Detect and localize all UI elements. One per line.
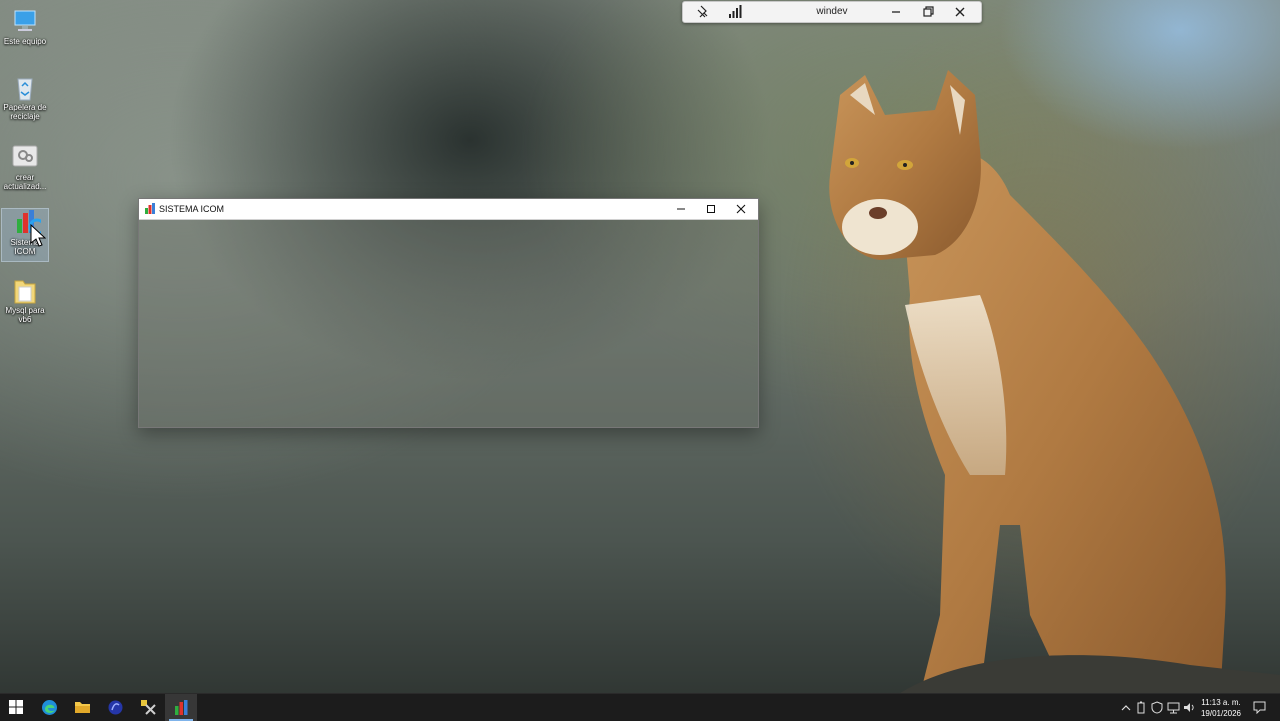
maximize-icon: [707, 205, 715, 213]
sistema-icom-icon: [175, 700, 188, 715]
taskbar-vb-ide[interactable]: [99, 694, 131, 721]
desktop-icon-label: Mysql para vb6: [5, 306, 45, 324]
taskbar-edge[interactable]: [33, 694, 65, 721]
window-content-area: [139, 220, 758, 427]
start-button[interactable]: [0, 694, 32, 721]
window-maximize-button[interactable]: [696, 199, 726, 219]
vb-ide-icon: [108, 700, 123, 715]
close-icon[interactable]: [952, 4, 968, 20]
desktop-icon-papelera[interactable]: Papelera de reciclaje: [2, 74, 48, 121]
taskbar-sistema-icom[interactable]: [165, 694, 197, 721]
minimize-icon[interactable]: [888, 4, 904, 20]
sistema-icom-icon: [145, 203, 155, 214]
volume-icon[interactable]: [1183, 701, 1196, 714]
battery-icon[interactable]: [1136, 701, 1146, 714]
system-tray: [1118, 694, 1196, 721]
window-title: SISTEMA ICOM: [159, 204, 225, 214]
window-minimize-button[interactable]: [666, 199, 696, 219]
desktop-icon-label: Papelera de reciclaje: [3, 103, 47, 121]
window-close-button[interactable]: [726, 199, 756, 219]
close-icon: [736, 204, 746, 214]
shield-icon[interactable]: [1151, 701, 1163, 714]
desktop-icon-mysql-vb6[interactable]: Mysql para vb6: [2, 277, 48, 324]
chevron-up-icon[interactable]: [1121, 703, 1131, 713]
notification-icon: [1253, 701, 1266, 714]
desktop-icon-crear-actualizad[interactable]: crear actualizad...: [2, 144, 48, 191]
wallpaper-cougar: [829, 70, 1280, 700]
computer-icon: [11, 8, 39, 34]
start-icon: [9, 700, 23, 714]
folder-icon: [11, 277, 39, 304]
taskbar-file-explorer[interactable]: [66, 694, 98, 721]
notification-button[interactable]: [1248, 694, 1274, 721]
desktop-icon-label: crear actualizad...: [3, 173, 47, 191]
network-icon[interactable]: [1167, 701, 1180, 714]
remote-connection-bar: windev: [682, 1, 982, 23]
taskbar-clock[interactable]: 11:13 a. m. 19/01/2026: [1198, 697, 1244, 719]
window-titlebar[interactable]: SISTEMA ICOM: [139, 199, 758, 220]
clock-date: 19/01/2026: [1200, 709, 1242, 718]
clock-time: 11:13 a. m.: [1201, 698, 1241, 707]
taskbar-tools[interactable]: [132, 694, 164, 721]
recycle-bin-icon: [11, 74, 39, 101]
desktop-icon-label: Este equipo: [3, 37, 47, 46]
edge-icon: [42, 700, 57, 715]
sistema-icom-window: SISTEMA ICOM: [138, 198, 759, 428]
shortcut-app-icon: [11, 144, 39, 170]
desktop-icon-este-equipo[interactable]: Este equipo: [2, 8, 48, 46]
file-explorer-icon: [75, 702, 90, 713]
minimize-icon: [677, 208, 685, 210]
restore-icon[interactable]: [920, 4, 936, 20]
taskbar: 11:13 a. m. 19/01/2026: [0, 693, 1280, 721]
tools-icon: [141, 700, 156, 715]
mouse-cursor-icon: [30, 224, 46, 247]
remote-bar-title: windev: [816, 6, 848, 17]
